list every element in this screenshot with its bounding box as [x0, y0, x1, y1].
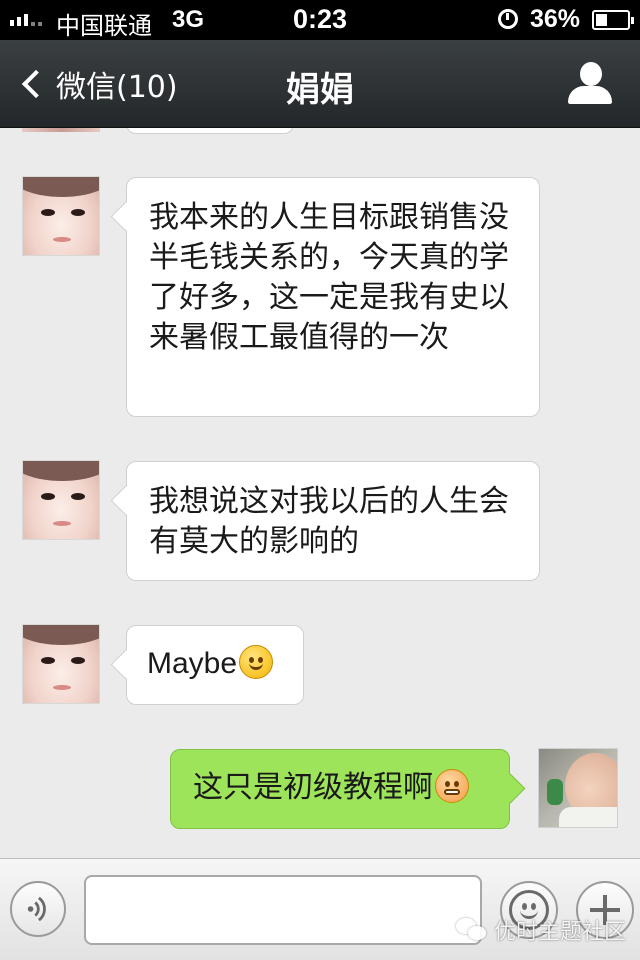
alarm-icon: [498, 9, 518, 29]
status-bar: 中国联通 3G 0:23 36%: [0, 0, 640, 40]
message-bubble[interactable]: Maybe: [126, 625, 304, 705]
nav-bar: 微信(10) 娟娟: [0, 40, 640, 128]
message-bubble: [126, 128, 294, 134]
avatar[interactable]: [22, 624, 100, 704]
message-text: 这只是初级教程啊: [193, 770, 433, 805]
back-label: 微信(10): [56, 70, 178, 105]
my-avatar[interactable]: [538, 748, 618, 828]
avatar[interactable]: [22, 176, 100, 256]
avatar[interactable]: [22, 460, 100, 540]
message-text: 我本来的人生目标跟销售没半毛钱关系的，今天真的学了好多，这一定是我有史以来暑假工…: [149, 200, 509, 355]
message-input[interactable]: [84, 875, 482, 945]
emoji-button[interactable]: [500, 881, 558, 939]
smile-emoji-icon: [239, 645, 274, 679]
more-button[interactable]: [576, 881, 634, 939]
message-bubble-outgoing[interactable]: 这只是初级教程啊: [170, 749, 510, 829]
chevron-left-icon: [21, 69, 51, 99]
chat-area[interactable]: 我本来的人生目标跟销售没半毛钱关系的，今天真的学了好多，这一定是我有史以来暑假工…: [0, 128, 640, 858]
person-icon: [580, 62, 602, 86]
message-text: Maybe: [147, 647, 238, 680]
profile-button[interactable]: [566, 62, 614, 108]
battery-percent: 36%: [530, 5, 581, 33]
battery-icon: [592, 10, 634, 30]
message-text: 我想说这对我以后的人生会有莫大的影响的: [149, 484, 509, 559]
avatar: [22, 128, 100, 132]
message-bubble[interactable]: 我本来的人生目标跟销售没半毛钱关系的，今天真的学了好多，这一定是我有史以来暑假工…: [126, 177, 540, 417]
voice-button[interactable]: [10, 881, 66, 937]
smiley-icon: [509, 890, 549, 930]
battery-fill: [596, 14, 607, 26]
message-bubble[interactable]: 我想说这对我以后的人生会有莫大的影响的: [126, 461, 540, 581]
voice-icon: [27, 896, 46, 922]
input-bar: [0, 858, 640, 960]
grimace-emoji-icon: [435, 769, 469, 803]
back-button[interactable]: 微信(10): [18, 40, 178, 128]
